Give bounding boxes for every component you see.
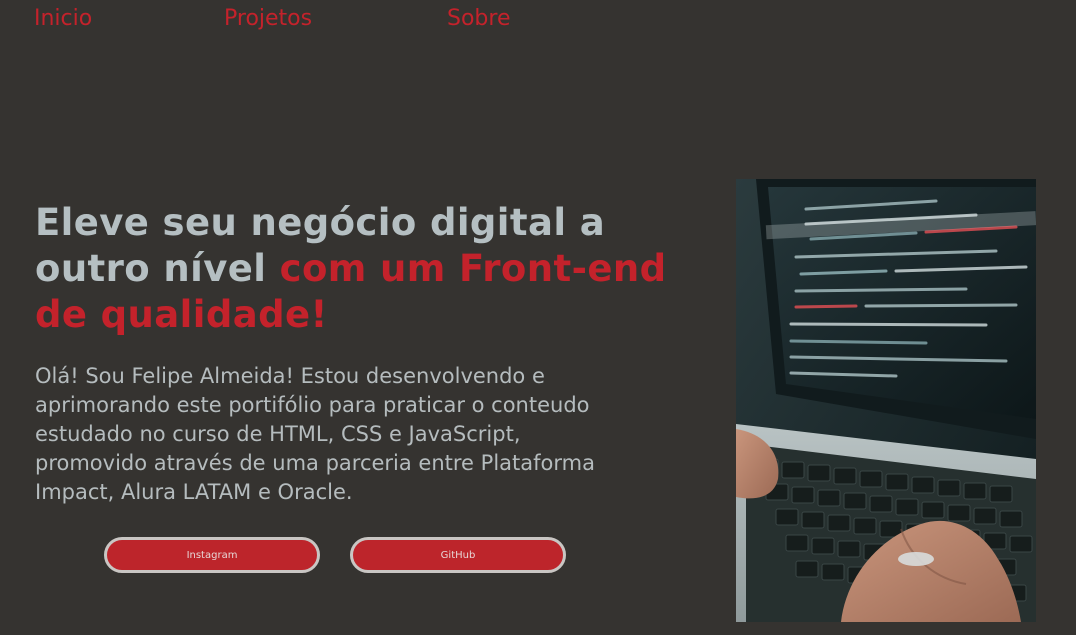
hero-laptop-photo	[736, 179, 1036, 622]
hero-intro-text: Olá! Sou Felipe Almeida! Estou desenvolv…	[35, 364, 595, 504]
top-nav: Inicio Projetos Sobre	[0, 0, 1076, 45]
github-button[interactable]: GitHub	[350, 537, 566, 573]
laptop-coding-image	[736, 179, 1036, 622]
nav-link-sobre[interactable]: Sobre	[447, 6, 511, 31]
instagram-button[interactable]: Instagram	[104, 537, 320, 573]
nav-link-inicio[interactable]: Inicio	[34, 6, 92, 31]
nav-link-projetos[interactable]: Projetos	[224, 6, 312, 31]
hero-headline: Eleve seu negócio digital a outro nível …	[35, 200, 675, 338]
